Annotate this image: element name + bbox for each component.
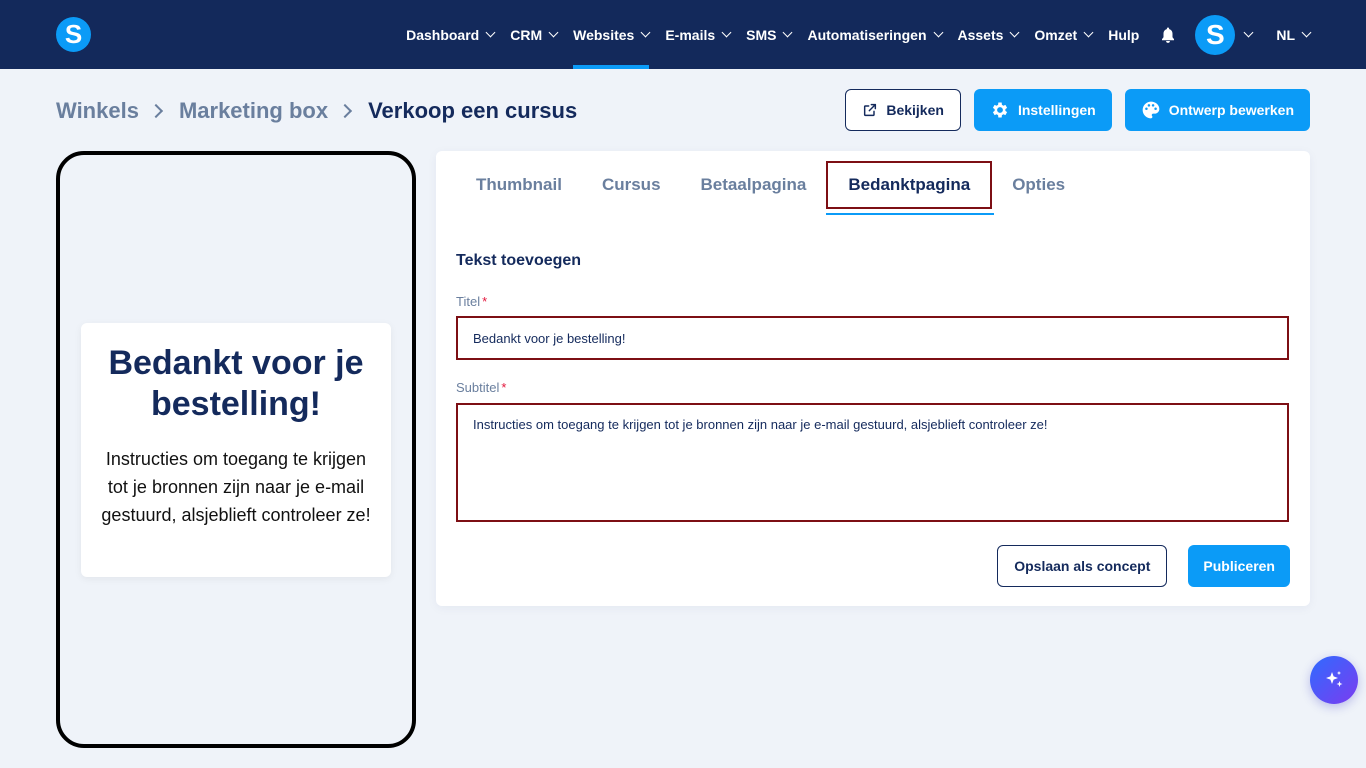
publish-button[interactable]: Publiceren [1188,545,1290,587]
subtitle-label-text: Subtitel [456,380,500,395]
nav-item-sms[interactable]: SMS [746,0,793,69]
nav-item-emails[interactable]: E-mails [665,0,732,69]
breadcrumb-item-marketing-box[interactable]: Marketing box [179,98,328,124]
editor-panel: Thumbnail Cursus Betaalpagina Bedanktpag… [436,151,1310,606]
form-actions: Opslaan als concept Publiceren [997,545,1290,587]
chevron-down-icon [933,27,943,38]
page-actions: Bekijken Instellingen Ontwerp bewerken [845,89,1310,131]
required-marker: * [482,294,488,309]
page-title: Verkoop een cursus [368,98,578,123]
nav-item-label: Omzet [1034,26,1078,43]
preview-subtitle: Instructies om toegang te krijgen tot je… [101,449,371,525]
language-selector[interactable]: NL [1276,0,1312,69]
chevron-down-icon [1083,27,1094,38]
nav-item-websites[interactable]: Websites [573,0,651,69]
nav-item-assets[interactable]: Assets [957,0,1020,69]
required-marker: * [501,380,507,395]
tab-cursus[interactable]: Cursus [582,161,681,209]
nav-item-label: SMS [746,26,777,43]
nav-item-omzet[interactable]: Omzet [1034,0,1094,69]
main-nav: Dashboard CRM Websites E-mails SMS Autom… [390,0,1312,69]
nav-item-crm[interactable]: CRM [510,0,559,69]
chevron-down-icon [783,27,793,38]
palette-icon [1142,101,1160,119]
gear-icon [992,102,1008,118]
sparkles-icon [1326,671,1343,687]
nav-item-label: Websites [573,26,635,43]
nav-item-label: E-mails [665,26,716,43]
language-label: NL [1276,26,1295,43]
view-button[interactable]: Bekijken [845,89,961,131]
edit-design-button-label: Ontwerp bewerken [1168,102,1294,118]
settings-button[interactable]: Instellingen [973,89,1112,131]
nav-item-hulp[interactable]: Hulp [1108,0,1139,69]
section-title: Tekst toevoegen [456,252,582,269]
edit-design-button[interactable]: Ontwerp bewerken [1124,89,1310,131]
top-navbar: S Dashboard CRM Websites E-mails SMS Aut… [0,0,1366,69]
preview-card: Bedankt voor je bestelling! Instructies … [81,323,391,577]
nav-item-label: Dashboard [406,26,480,43]
title-input[interactable]: Bedankt voor je bestelling! [456,316,1289,360]
tab-bedanktpagina[interactable]: Bedanktpagina [826,161,995,215]
ai-assistant-button[interactable] [1310,656,1358,704]
nav-item-label: Hulp [1108,26,1140,43]
tab-thumbnail[interactable]: Thumbnail [456,161,582,209]
nav-item-automatiseringen[interactable]: Automatiseringen [807,0,943,69]
subtitle-label: Subtitel * [456,380,506,395]
subtitle-textarea[interactable]: Instructies om toegang te krijgen tot je… [456,403,1289,522]
chevron-right-icon [338,103,353,119]
nav-item-label: Assets [957,26,1004,43]
tab-bar: Thumbnail Cursus Betaalpagina Bedanktpag… [456,161,1085,215]
chevron-down-icon[interactable] [1243,27,1254,38]
view-button-label: Bekijken [886,102,944,118]
tab-betaalpagina[interactable]: Betaalpagina [681,161,827,209]
chevron-down-icon [640,27,651,38]
title-label: Titel * [456,294,487,309]
settings-button-label: Instellingen [1017,102,1096,118]
chevron-down-icon [1009,27,1020,38]
nav-item-dashboard[interactable]: Dashboard [406,0,496,69]
bell-icon[interactable] [1159,26,1177,44]
breadcrumb-item-winkels[interactable]: Winkels [56,98,139,124]
title-label-text: Titel [456,294,481,309]
avatar[interactable]: S [1195,14,1236,55]
chevron-down-icon [548,27,559,38]
save-draft-button[interactable]: Opslaan als concept [997,545,1168,587]
external-link-icon [864,103,877,117]
chevron-right-icon [148,103,164,119]
app-logo[interactable]: S [56,17,91,52]
preview-title: Bedankt voor je bestelling! [108,344,364,423]
nav-item-label: CRM [510,26,543,43]
breadcrumb: Winkels Marketing box Verkoop een cursus [56,96,577,126]
chevron-down-icon [721,27,732,38]
chevron-down-icon [485,27,496,38]
chevron-down-icon [1301,27,1312,38]
phone-preview: Bedankt voor je bestelling! Instructies … [56,151,416,748]
nav-item-label: Automatiseringen [807,26,927,43]
tab-opties[interactable]: Opties [992,161,1085,209]
